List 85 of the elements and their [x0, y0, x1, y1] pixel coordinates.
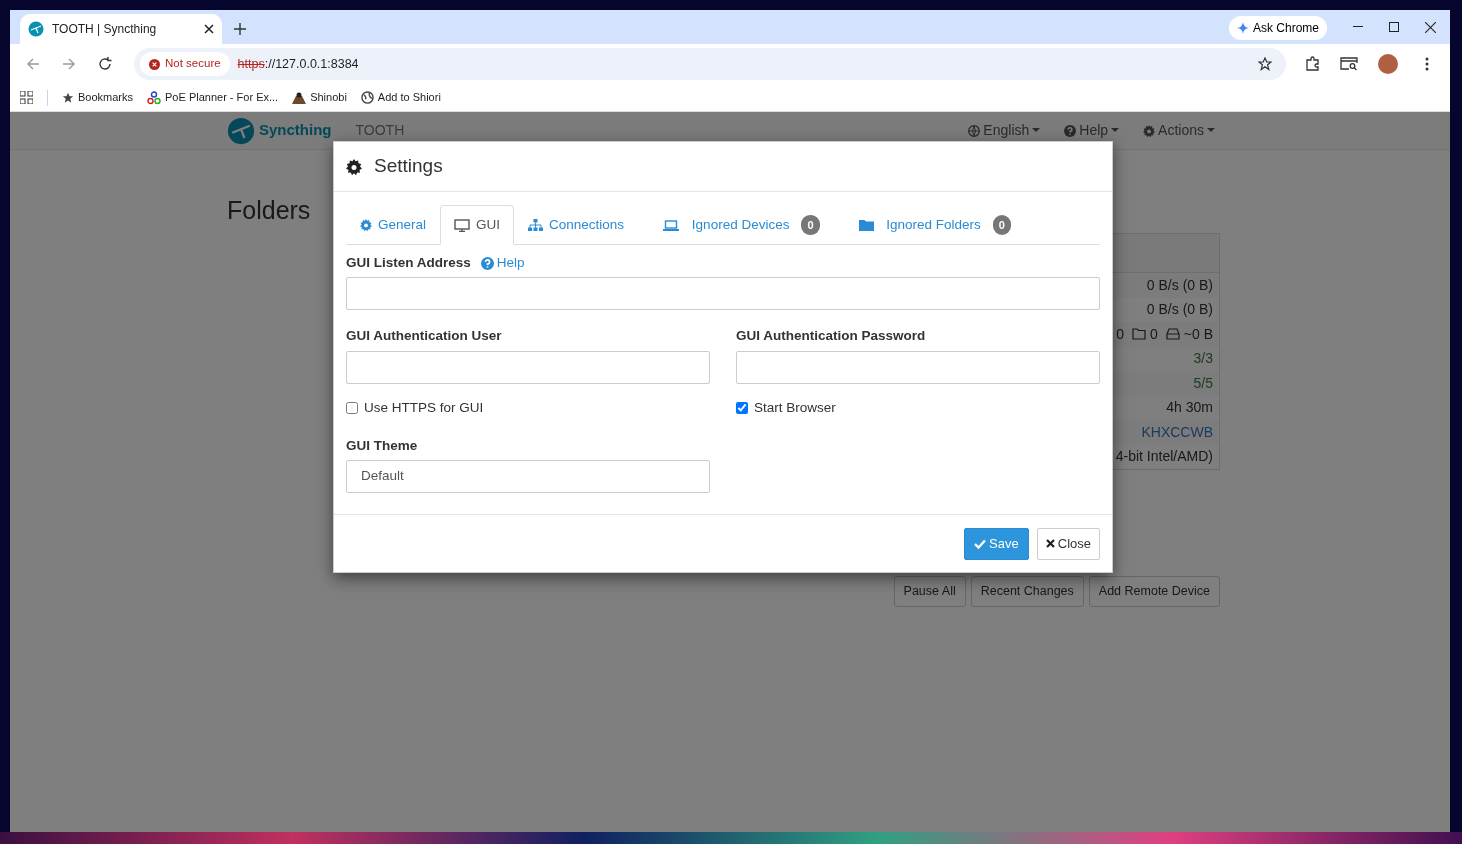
- device-value: 5/5: [1193, 373, 1213, 393]
- device-name: TOOTH: [355, 121, 405, 140]
- minimize-icon[interactable]: [1353, 26, 1363, 28]
- address-bar[interactable]: Not secure https://127.0.0.1:8384: [134, 48, 1286, 80]
- tab-title: TOOTH | Syncthing: [52, 21, 158, 38]
- avatar-icon[interactable]: [1378, 54, 1398, 74]
- url-text: https://127.0.0.1:8384: [237, 55, 359, 73]
- field-label: GUI Listen Address: [346, 254, 471, 272]
- sparkle-icon: [1236, 22, 1249, 34]
- stat-value: 0: [1116, 324, 1124, 344]
- field-label: GUI Authentication Password: [736, 327, 927, 346]
- close-icon[interactable]: [1425, 21, 1436, 33]
- security-chip[interactable]: Not secure: [140, 52, 230, 76]
- folders-heading: Folders: [227, 195, 311, 226]
- bookmark-link[interactable]: Bookmarks: [62, 89, 134, 106]
- listen-address-field[interactable]: [346, 277, 1100, 311]
- device-action-button[interactable]: Recent Changes: [970, 576, 1084, 607]
- laptop-icon: [663, 219, 680, 231]
- bookmark-link[interactable]: Shinobi: [292, 89, 347, 106]
- apps-grid-icon[interactable]: [20, 91, 33, 104]
- field-label: GUI Authentication User: [346, 327, 503, 346]
- browser-tab[interactable]: TOOTH | Syncthing: [20, 14, 222, 44]
- device-value: 0 B/s (0 B): [1146, 275, 1213, 295]
- new-tab-icon[interactable]: [234, 23, 246, 35]
- maximize-icon[interactable]: [1389, 22, 1399, 32]
- gear-icon: [1143, 124, 1156, 137]
- caret-icon: [1032, 128, 1041, 133]
- device-value: 4-bit Intel/AMD): [1115, 447, 1213, 467]
- start-browser-checkbox[interactable]: [736, 401, 748, 414]
- caret-icon: [1111, 128, 1120, 133]
- settings-tab[interactable]: Ignored Devices 0: [638, 205, 834, 245]
- username-field[interactable]: [346, 350, 710, 384]
- device-action-button[interactable]: Add Remote Device: [1088, 576, 1220, 607]
- count-badge: 0: [992, 214, 1011, 236]
- help-link[interactable]: Help: [480, 253, 525, 274]
- drive-icon: [1165, 328, 1180, 341]
- nav-menu[interactable]: Help: [1064, 120, 1120, 141]
- nav-menu[interactable]: Actions: [1143, 120, 1215, 141]
- figure-icon: [292, 91, 307, 104]
- folder-icon: [858, 219, 874, 231]
- bookmark-link[interactable]: Add to Shiori: [360, 89, 441, 106]
- theme-select[interactable]: Default: [346, 460, 710, 493]
- star-icon[interactable]: [1258, 57, 1272, 71]
- syncthing-logo-icon: [227, 116, 255, 145]
- device-action-button[interactable]: Pause All: [893, 576, 966, 607]
- device-value: 0 B/s (0 B): [1146, 300, 1213, 320]
- device-id-link[interactable]: KHXCCWB: [1141, 421, 1213, 443]
- help-icon: [1064, 124, 1077, 137]
- settings-tab[interactable]: Connections: [514, 205, 639, 245]
- folder-icon: [1132, 328, 1146, 341]
- globe-icon: [968, 124, 981, 137]
- count-badge: 0: [801, 214, 820, 236]
- globe-icon: [360, 91, 374, 104]
- device-value: 4h 30m: [1166, 398, 1213, 418]
- star-icon: [62, 91, 74, 104]
- sitemap-icon: [528, 219, 544, 231]
- ask-chrome-button[interactable]: Ask Chrome: [1228, 16, 1327, 40]
- stat-value: ~0 B: [1183, 324, 1213, 344]
- caret-icon: [1207, 128, 1215, 133]
- password-field[interactable]: [736, 350, 1100, 384]
- stat-value: 0: [1150, 324, 1158, 344]
- settings-tab[interactable]: Ignored Folders 0: [833, 205, 1025, 245]
- nav-menu[interactable]: English: [968, 120, 1041, 141]
- close-icon: [1045, 539, 1055, 549]
- help-icon: [480, 256, 494, 270]
- save-button[interactable]: Save: [964, 528, 1029, 560]
- rings-icon: [147, 90, 162, 105]
- settings-tab[interactable]: GUI: [440, 205, 515, 245]
- gear-icon: [360, 219, 372, 231]
- checkbox-label: Start Browser: [754, 398, 836, 417]
- device-value: 3/3: [1193, 349, 1213, 369]
- settings-tab[interactable]: General: [346, 205, 441, 245]
- gear-icon: [346, 158, 362, 175]
- close-icon[interactable]: [204, 24, 214, 34]
- bookmark-link[interactable]: PoE Planner - For Ex...: [147, 89, 279, 106]
- close-button[interactable]: Close: [1036, 528, 1100, 560]
- syncthing-logo-icon: [28, 21, 44, 37]
- monitor-icon: [454, 218, 471, 232]
- check-icon: [974, 538, 987, 549]
- syncthing-brand[interactable]: Syncthing: [227, 116, 332, 145]
- error-icon: [149, 58, 160, 70]
- field-label: GUI Theme: [346, 436, 419, 455]
- https-checkbox[interactable]: [346, 401, 358, 414]
- dialog-title: Settings: [374, 155, 443, 178]
- checkbox-label: Use HTTPS for GUI: [364, 398, 484, 417]
